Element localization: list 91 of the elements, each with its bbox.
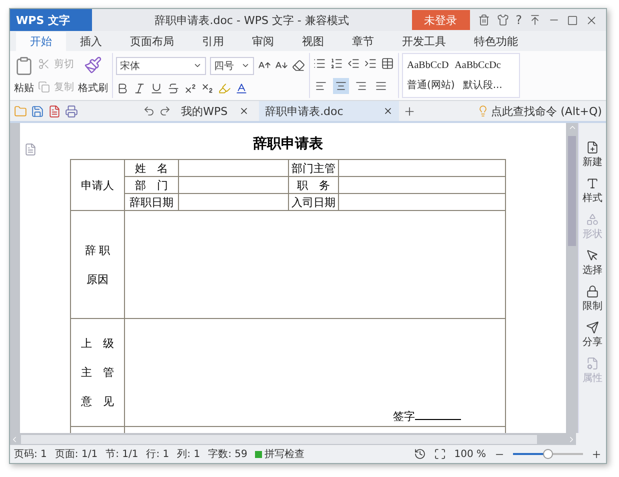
outdent-icon[interactable] — [347, 57, 360, 70]
eraser-icon[interactable] — [292, 59, 305, 72]
row-label: 上 级 — [81, 336, 114, 351]
status-text: 字数: 59 — [208, 448, 248, 461]
login-button[interactable]: 未登录 — [412, 10, 470, 30]
numbered-list-icon[interactable] — [330, 57, 343, 70]
align-center-icon[interactable] — [333, 78, 349, 94]
table-icon[interactable] — [381, 57, 394, 70]
status-text: 行: 1 — [146, 448, 170, 461]
bold-icon[interactable] — [116, 82, 129, 94]
pointer-icon[interactable] — [586, 249, 599, 262]
new-tab-icon[interactable] — [403, 104, 416, 118]
page-icon[interactable] — [24, 143, 37, 156]
history-icon[interactable] — [414, 448, 426, 460]
ribbon-tab[interactable]: 章节 — [338, 32, 388, 51]
undo-icon[interactable] — [143, 105, 156, 117]
table-cell: 部门主管 — [288, 160, 338, 176]
close-tab-icon[interactable] — [239, 106, 250, 116]
table-cell: 辞职日期 — [124, 194, 178, 210]
side-panel-label[interactable]: 选择 — [582, 263, 602, 277]
spell-check-button[interactable]: 拼写检查 — [255, 447, 304, 461]
dropdown-caret-icon[interactable] — [241, 61, 250, 70]
status-text: 列: 1 — [177, 448, 200, 461]
dropdown-caret-icon[interactable] — [193, 61, 202, 70]
app-menu-button[interactable]: WPS 文字 — [10, 9, 92, 31]
lock-icon[interactable] — [586, 285, 599, 298]
signature-line: 签字 — [393, 409, 461, 424]
status-text: 节: 1/1 — [106, 448, 138, 461]
strikethrough-icon[interactable] — [167, 82, 180, 94]
status-text: 页码: 1 — [14, 448, 47, 461]
superscript-icon[interactable] — [184, 82, 197, 94]
style-preview: AaBbCcDc — [454, 60, 501, 70]
redo-icon[interactable] — [159, 105, 172, 117]
status-text: 页面: 1/1 — [54, 448, 98, 461]
font-name-field[interactable]: 宋体 — [116, 56, 206, 74]
text-style-icon[interactable] — [586, 177, 599, 190]
side-panel-label[interactable]: 分享 — [582, 335, 602, 349]
window-title: 辞职申请表.doc - WPS 文字 - 兼容模式 — [154, 12, 350, 28]
command-search-field[interactable]: 点此查找命令 (Alt+Q) — [491, 104, 602, 118]
horizontal-scrollbar-thumb[interactable] — [21, 434, 537, 444]
row-label: 意 见 — [81, 394, 114, 409]
row-label: 原因 — [86, 272, 108, 286]
ribbon-tab[interactable]: 审阅 — [238, 32, 288, 51]
style-name: 普通(网站) — [407, 78, 455, 92]
zoom-percent: 100 % — [454, 448, 486, 460]
paste-button[interactable]: 粘贴 — [14, 81, 34, 96]
print-icon[interactable] — [65, 104, 78, 118]
side-panel-label[interactable]: 限制 — [582, 299, 602, 313]
subscript-icon[interactable] — [201, 82, 214, 94]
ribbon-tab[interactable]: 特色功能 — [460, 32, 532, 51]
document-title: 辞职申请表 — [252, 135, 324, 153]
zoom-in-icon[interactable] — [591, 448, 602, 460]
maximize-icon[interactable] — [567, 14, 578, 26]
row-label: 主 管 — [81, 365, 114, 380]
italic-icon[interactable] — [133, 82, 146, 94]
table-cell: 入司日期 — [288, 194, 338, 210]
scrollbar-thumb[interactable] — [568, 136, 576, 246]
side-panel-label[interactable]: 样式 — [582, 191, 602, 205]
indent-icon[interactable] — [364, 57, 377, 70]
ribbon-tab[interactable]: 插入 — [66, 32, 116, 51]
help-button[interactable]: ? — [516, 13, 522, 27]
new-document-icon[interactable] — [586, 141, 599, 154]
fullscreen-icon[interactable] — [434, 448, 446, 460]
close-tab-icon[interactable] — [383, 106, 394, 116]
document-tab[interactable]: 辞职申请表.doc — [259, 101, 400, 121]
paste-icon[interactable] — [14, 56, 34, 76]
row-label: 辞 职 — [84, 242, 110, 258]
table-cell: 申请人 — [70, 160, 124, 210]
underline-icon[interactable] — [150, 82, 163, 94]
table-cell: 职 务 — [288, 176, 338, 194]
table-cell: 姓 名 — [124, 160, 178, 176]
ribbon-tab[interactable]: 开发工具 — [388, 32, 460, 51]
pin-top-icon[interactable] — [529, 14, 541, 26]
paper-plane-icon[interactable] — [586, 321, 599, 334]
document-tab[interactable]: 我的WPS — [175, 101, 256, 121]
save-icon[interactable] — [31, 104, 44, 118]
font-size-field[interactable]: 四号 — [210, 56, 254, 74]
trash-icon[interactable] — [478, 14, 490, 26]
ribbon-tab[interactable]: 页面布局 — [116, 32, 188, 51]
style-gallery[interactable]: AaBbCcD AaBbCcDc 普通(网站) 默认段... — [402, 53, 520, 98]
style-preview: AaBbCcD — [407, 60, 449, 70]
table-cell: 部 门 — [124, 176, 178, 194]
ribbon-tab[interactable]: 开始 — [16, 32, 66, 51]
format-painter-button[interactable]: 格式刷 — [78, 80, 108, 95]
font-color-icon[interactable] — [235, 82, 248, 94]
brush-icon[interactable] — [84, 56, 102, 74]
ribbon-tab[interactable]: 视图 — [288, 32, 338, 51]
style-name: 默认段... — [462, 78, 502, 92]
side-panel-label[interactable]: 新建 — [582, 155, 602, 169]
shirt-icon[interactable] — [496, 14, 509, 26]
ribbon-tab[interactable]: 引用 — [188, 32, 238, 51]
